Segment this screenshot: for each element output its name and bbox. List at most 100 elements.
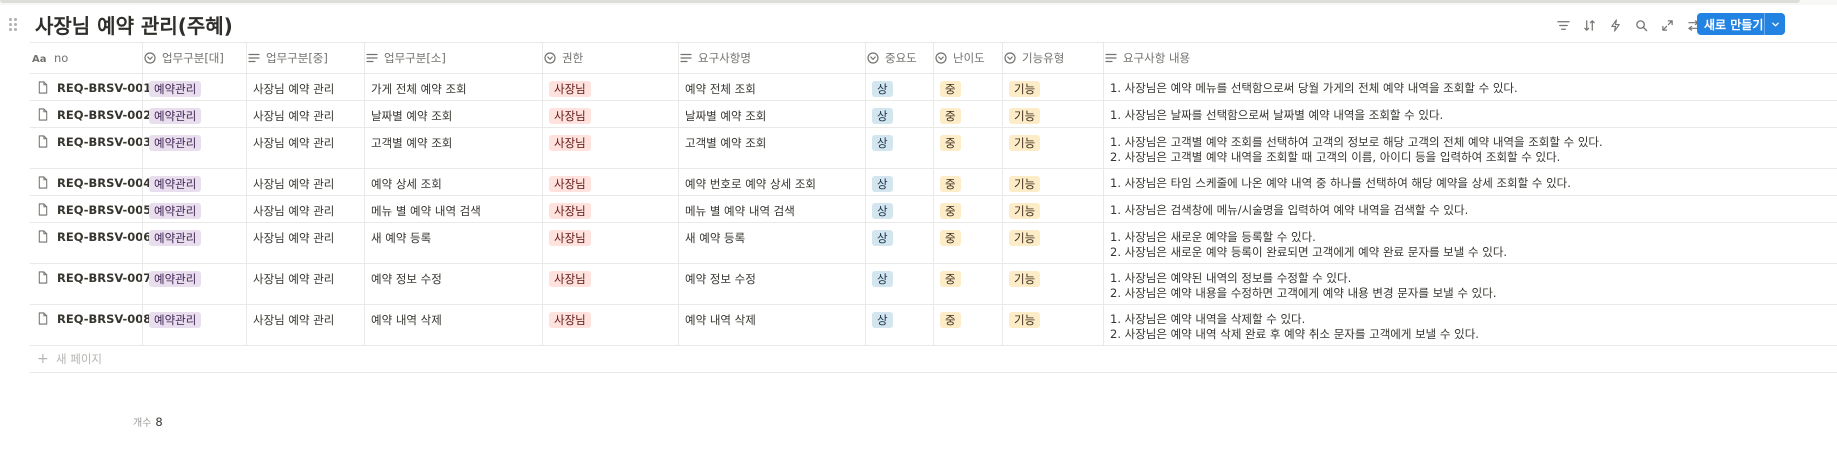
horizontal-scrollbar[interactable] <box>0 0 1800 3</box>
cell-cat_mid[interactable]: 사장님 예약 관리 <box>246 169 364 195</box>
new-button[interactable]: 새로 만들기 <box>1697 13 1785 35</box>
cell-cat_major[interactable]: 예약관리 <box>142 264 246 304</box>
cell-description[interactable]: 1. 사장님은 새로운 예약을 등록할 수 있다. 2. 사장님은 새로운 예약 … <box>1103 223 1837 263</box>
row-id[interactable]: REQ-BRSV-004 <box>57 176 151 190</box>
column-divider[interactable] <box>142 43 143 73</box>
cell-difficulty[interactable]: 중 <box>933 169 1002 195</box>
cell-role[interactable]: 사장님 <box>542 74 678 100</box>
column-header-func_type[interactable]: 기능유형 <box>1004 43 1101 73</box>
row-id[interactable]: REQ-BRSV-007 <box>57 271 151 285</box>
column-header-req_name[interactable]: 요구사항명 <box>680 43 863 73</box>
column-header-description[interactable]: 요구사항 내용 <box>1105 43 1835 73</box>
cell-no[interactable]: REQ-BRSV-008 <box>30 305 151 345</box>
cell-no[interactable]: REQ-BRSV-004 <box>30 169 151 195</box>
cell-difficulty[interactable]: 중 <box>933 223 1002 263</box>
column-divider[interactable] <box>678 43 679 73</box>
row-id[interactable]: REQ-BRSV-008 <box>57 312 151 326</box>
cell-req_name[interactable]: 예약 전체 조회 <box>678 74 865 100</box>
cell-cat_major[interactable]: 예약관리 <box>142 101 246 127</box>
cell-cat_major[interactable]: 예약관리 <box>142 169 246 195</box>
cell-description[interactable]: 1. 사장님은 예약 메뉴를 선택함으로써 당월 가게의 전체 예약 내역을 조… <box>1103 74 1837 100</box>
cell-cat_mid[interactable]: 사장님 예약 관리 <box>246 128 364 168</box>
table-row[interactable]: REQ-BRSV-008 예약관리 사장님 예약 관리 예약 내역 삭제 사장님 예약 내… <box>30 305 1837 346</box>
cell-role[interactable]: 사장님 <box>542 305 678 345</box>
cell-cat_minor[interactable]: 메뉴 별 예약 내역 검색 <box>364 196 542 222</box>
cell-description[interactable]: 1. 사장님은 예약 내역을 삭제할 수 있다. 2. 사장님은 예약 내역 삭제… <box>1103 305 1837 345</box>
cell-no[interactable]: REQ-BRSV-006 <box>30 223 151 263</box>
column-header-difficulty[interactable]: 난이도 <box>935 43 1000 73</box>
cell-cat_minor[interactable]: 고객별 예약 조회 <box>364 128 542 168</box>
cell-req_name[interactable]: 고객별 예약 조회 <box>678 128 865 168</box>
cell-role[interactable]: 사장님 <box>542 128 678 168</box>
cell-cat_mid[interactable]: 사장님 예약 관리 <box>246 305 364 345</box>
cell-cat_major[interactable]: 예약관리 <box>142 196 246 222</box>
cell-func_type[interactable]: 기능 <box>1002 101 1103 127</box>
cell-cat_mid[interactable]: 사장님 예약 관리 <box>246 223 364 263</box>
cell-no[interactable]: REQ-BRSV-007 <box>30 264 151 304</box>
row-id[interactable]: REQ-BRSV-001 <box>57 81 151 95</box>
cell-req_name[interactable]: 예약 번호로 예약 상세 조회 <box>678 169 865 195</box>
cell-role[interactable]: 사장님 <box>542 196 678 222</box>
cell-importance[interactable]: 상 <box>865 223 933 263</box>
cell-description[interactable]: 1. 사장님은 고객별 예약 조회를 선택하여 고객의 정보로 해당 고객의 전… <box>1103 128 1837 168</box>
chevron-down-icon[interactable] <box>1765 20 1785 29</box>
table-row[interactable]: REQ-BRSV-006 예약관리 사장님 예약 관리 새 예약 등록 사장님 새 예약 … <box>30 223 1837 264</box>
cell-description[interactable]: 1. 사장님은 타임 스케줄에 나온 예약 내역 중 하나를 선택하여 해당 예… <box>1103 169 1837 195</box>
cell-description[interactable]: 1. 사장님은 예약된 내역의 정보를 수정할 수 있다. 2. 사장님은 예약 … <box>1103 264 1837 304</box>
cell-difficulty[interactable]: 중 <box>933 305 1002 345</box>
cell-importance[interactable]: 상 <box>865 196 933 222</box>
column-header-importance[interactable]: 중요도 <box>867 43 931 73</box>
cell-func_type[interactable]: 기능 <box>1002 169 1103 195</box>
cell-cat_mid[interactable]: 사장님 예약 관리 <box>246 264 364 304</box>
cell-description[interactable]: 1. 사장님은 검색창에 메뉴/시술명을 입력하여 예약 내역을 검색할 수 있… <box>1103 196 1837 222</box>
cell-role[interactable]: 사장님 <box>542 101 678 127</box>
cell-no[interactable]: REQ-BRSV-002 <box>30 101 151 127</box>
cell-cat_mid[interactable]: 사장님 예약 관리 <box>246 196 364 222</box>
new-page-row[interactable]: + 새 페이지 <box>30 346 1837 373</box>
cell-func_type[interactable]: 기능 <box>1002 264 1103 304</box>
cell-difficulty[interactable]: 중 <box>933 128 1002 168</box>
cell-no[interactable]: REQ-BRSV-001 <box>30 74 151 100</box>
cell-cat_mid[interactable]: 사장님 예약 관리 <box>246 74 364 100</box>
cell-req_name[interactable]: 날짜별 예약 조회 <box>678 101 865 127</box>
cell-cat_minor[interactable]: 새 예약 등록 <box>364 223 542 263</box>
row-id[interactable]: REQ-BRSV-002 <box>57 108 151 122</box>
cell-req_name[interactable]: 메뉴 별 예약 내역 검색 <box>678 196 865 222</box>
column-divider[interactable] <box>542 43 543 73</box>
column-header-cat_mid[interactable]: 업무구분[중] <box>248 43 362 73</box>
cell-req_name[interactable]: 새 예약 등록 <box>678 223 865 263</box>
cell-difficulty[interactable]: 중 <box>933 264 1002 304</box>
cell-importance[interactable]: 상 <box>865 128 933 168</box>
cell-req_name[interactable]: 예약 정보 수정 <box>678 264 865 304</box>
column-divider[interactable] <box>364 43 365 73</box>
table-row[interactable]: REQ-BRSV-007 예약관리 사장님 예약 관리 예약 정보 수정 사장님 예약 정… <box>30 264 1837 305</box>
column-header-cat_minor[interactable]: 업무구분[소] <box>366 43 540 73</box>
row-id[interactable]: REQ-BRSV-005 <box>57 203 151 217</box>
cell-difficulty[interactable]: 중 <box>933 196 1002 222</box>
column-divider[interactable] <box>865 43 866 73</box>
cell-difficulty[interactable]: 중 <box>933 74 1002 100</box>
cell-no[interactable]: REQ-BRSV-005 <box>30 196 151 222</box>
cell-cat_minor[interactable]: 예약 정보 수정 <box>364 264 542 304</box>
row-id[interactable]: REQ-BRSV-003 <box>57 135 151 149</box>
cell-cat_major[interactable]: 예약관리 <box>142 305 246 345</box>
cell-role[interactable]: 사장님 <box>542 169 678 195</box>
cell-req_name[interactable]: 예약 내역 삭제 <box>678 305 865 345</box>
column-header-role[interactable]: 권한 <box>544 43 676 73</box>
column-divider[interactable] <box>1103 43 1104 73</box>
cell-importance[interactable]: 상 <box>865 305 933 345</box>
table-row[interactable]: REQ-BRSV-005 예약관리 사장님 예약 관리 메뉴 별 예약 내역 검색 사장… <box>30 196 1837 223</box>
table-row[interactable]: REQ-BRSV-002 예약관리 사장님 예약 관리 날짜별 예약 조회 사장님 날짜별… <box>30 101 1837 128</box>
cell-func_type[interactable]: 기능 <box>1002 74 1103 100</box>
cell-no[interactable]: REQ-BRSV-003 <box>30 128 151 168</box>
column-header-cat_major[interactable]: 업무구분[대] <box>144 43 244 73</box>
cell-cat_major[interactable]: 예약관리 <box>142 128 246 168</box>
table-row[interactable]: REQ-BRSV-001 예약관리 사장님 예약 관리 가게 전체 예약 조회 사장님 예… <box>30 74 1837 101</box>
cell-cat_major[interactable]: 예약관리 <box>142 223 246 263</box>
table-row[interactable]: REQ-BRSV-003 예약관리 사장님 예약 관리 고객별 예약 조회 사장님 고객별… <box>30 128 1837 169</box>
table-row[interactable]: REQ-BRSV-004 예약관리 사장님 예약 관리 예약 상세 조회 사장님 예약 번… <box>30 169 1837 196</box>
cell-func_type[interactable]: 기능 <box>1002 223 1103 263</box>
column-header-no[interactable]: Aa no <box>32 43 140 73</box>
cell-func_type[interactable]: 기능 <box>1002 128 1103 168</box>
sort-icon[interactable] <box>1580 16 1598 34</box>
